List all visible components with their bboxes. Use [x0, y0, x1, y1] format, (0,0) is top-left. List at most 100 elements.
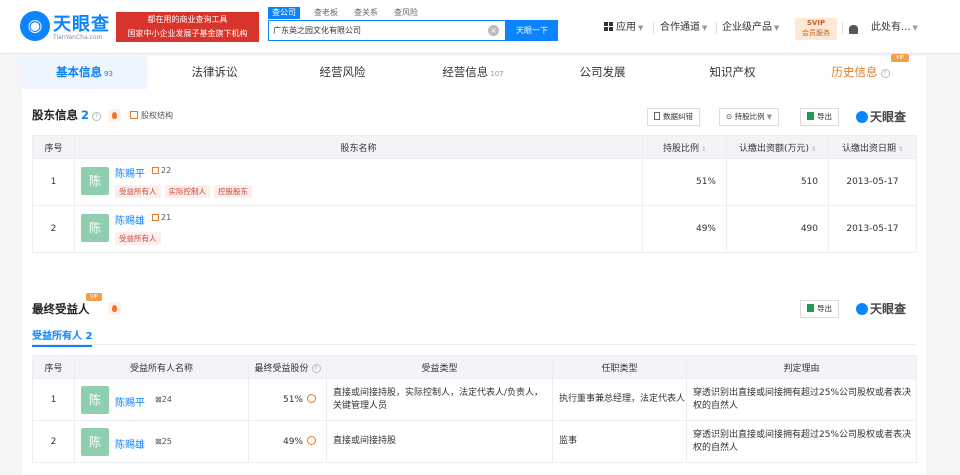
search-input[interactable] — [273, 23, 483, 38]
divider — [716, 22, 717, 34]
equity-structure-label: 股权结构 — [141, 111, 173, 120]
col-header-share-label: 最终受益股份 — [254, 363, 309, 374]
tab-business-risk[interactable]: 经营风险 — [280, 56, 405, 89]
col-header-ratio[interactable]: 持股比例 ⇕ — [642, 135, 727, 159]
owner-name-link[interactable]: 陈赐平 — [115, 394, 145, 409]
shareholders-title: 股东信息 2? — [32, 107, 102, 123]
vip-service-badge[interactable]: SVIP 会员服务 — [795, 18, 837, 40]
question-icon[interactable]: ? — [92, 112, 102, 121]
beneficiaries-table: 序号 受益所有人名称 最终受益股份? 受益类型 任职类型 判定理由 1 陈 陈赐… — [32, 355, 917, 463]
tab-basic-info[interactable]: 基本信息 93 — [22, 56, 147, 89]
col-header-date[interactable]: 认缴出资日期 ⇕ — [828, 135, 917, 159]
nav-channel[interactable]: 合作通道 ▼ — [660, 18, 707, 38]
table-row: 1 陈 陈赐平 ⊠24 51% 直接或间接持股，实际控制人，法定代表人/负责人，… — [32, 378, 917, 421]
nav-apps[interactable]: 应用 ▼ — [604, 18, 643, 38]
search-tab-boss[interactable]: 查老板 — [310, 7, 342, 19]
subscribed-amount: 490 — [726, 205, 829, 253]
col-header-ratio-label: 持股比例 — [662, 143, 699, 154]
shareholders-count: 2 — [81, 108, 90, 122]
brand-name: 天眼查 — [870, 302, 907, 316]
document-icon — [654, 112, 660, 120]
holding-ratio: 51% — [642, 158, 727, 206]
col-header-position: 任职类型 — [552, 355, 687, 379]
shareholders-title-text: 股东信息 — [32, 108, 78, 122]
hot-icon — [108, 109, 121, 122]
related-count-value: 25 — [161, 436, 172, 446]
holder-cell: 陈 陈赐雄 21 受益所有人 — [74, 205, 643, 253]
brand-name: 天眼查 — [870, 110, 907, 124]
beneficiaries-export-button[interactable]: 导出 — [800, 300, 839, 318]
target-icon[interactable] — [307, 436, 316, 445]
col-header-owner: 受益所有人名称 — [74, 355, 249, 379]
tab-label: 基本信息 — [56, 65, 103, 79]
logo-icon: ◉ — [20, 11, 50, 41]
holding-ratio-label: 持股比例 — [734, 112, 765, 121]
structure-icon — [130, 111, 138, 119]
avatar[interactable]: 陈 — [81, 385, 109, 414]
target-icon[interactable] — [307, 394, 316, 403]
section-tabs: 基本信息 93 法律诉讼 经营风险 经营信息 107 公司发展 知识产权 历史信息?… — [22, 54, 926, 89]
search-tab-risk[interactable]: 查风险 — [390, 7, 422, 19]
sort-icon: ⇕ — [700, 145, 707, 153]
position-type: 执行董事兼总经理，法定代表人 — [552, 378, 687, 421]
avatar[interactable]: 陈 — [81, 427, 109, 456]
tag: 受益所有人 — [115, 185, 161, 198]
shareholders-table: 序号 股东名称 持股比例 ⇕ 认缴出资额(万元) ⇕ 认缴出资日期 ⇕ 1 陈 陈赐平… — [32, 135, 917, 253]
table-header-row: 序号 股东名称 持股比例 ⇕ 认缴出资额(万元) ⇕ 认缴出资日期 ⇕ — [32, 135, 917, 159]
avatar[interactable]: 陈 — [81, 214, 109, 242]
content-panel: 股东信息 2? 股权结构 数据纠错 ⊙ 持股比例 ▼ 导出 天眼查 序号 股东名称 … — [22, 89, 926, 475]
holding-ratio-button[interactable]: ⊙ 持股比例 ▼ — [719, 108, 780, 126]
clear-icon[interactable]: × — [488, 25, 499, 36]
holder-name-link[interactable]: 陈赐平 — [115, 165, 145, 180]
tab-intellectual-property[interactable]: 知识产权 — [670, 56, 795, 89]
row-no: 1 — [32, 158, 75, 206]
chevron-down-icon: ▼ — [912, 24, 918, 32]
search-button[interactable]: 天眼一下 — [506, 20, 558, 41]
owner-name-link[interactable]: 陈赐雄 — [115, 436, 145, 451]
related-count[interactable]: ⊠25 — [155, 437, 172, 446]
avatar[interactable]: 陈 — [81, 167, 109, 195]
related-count[interactable]: ⊠24 — [155, 395, 172, 404]
subscribed-date: 2013-05-17 — [828, 205, 917, 253]
nav-user[interactable]: 此处有... ▼ — [871, 18, 918, 38]
logo-name: 天眼查 — [53, 14, 110, 35]
chevron-down-icon: ▼ — [774, 24, 780, 32]
col-header-date-label: 认缴出资日期 — [841, 143, 896, 154]
related-count[interactable]: 22 — [152, 166, 171, 175]
export-button[interactable]: 导出 — [800, 108, 839, 126]
promo-banner[interactable]: 都在用的商业查询工具 国家中小企业发展子基金旗下机构 — [116, 12, 259, 42]
nav-apps-label: 应用 — [616, 22, 636, 33]
bell-icon[interactable] — [849, 25, 858, 34]
relation-icon — [152, 214, 159, 221]
logo[interactable]: ◉ 天眼查 TianYanCha.com — [20, 10, 112, 44]
search-tab-company[interactable]: 查公司 — [268, 7, 300, 19]
hot-icon — [108, 302, 121, 315]
tab-business-info[interactable]: 经营信息 107 — [408, 56, 538, 89]
col-header-amount[interactable]: 认缴出资额(万元) ⇕ — [726, 135, 829, 159]
col-header-amount-label: 认缴出资额(万元) — [738, 143, 809, 154]
holder-name-link[interactable]: 陈赐雄 — [115, 212, 145, 227]
brand-logo-icon — [856, 111, 868, 123]
tab-label: 法律诉讼 — [191, 65, 238, 79]
divider — [32, 344, 916, 345]
tab-label: 经营信息 — [442, 65, 489, 79]
search-tab-relation[interactable]: 查关系 — [350, 7, 382, 19]
related-count-value: 21 — [161, 213, 172, 222]
tab-history-info[interactable]: 历史信息? VIP — [798, 54, 923, 89]
question-icon[interactable]: ? — [311, 363, 321, 373]
export-label: 导出 — [817, 112, 832, 121]
brand-watermark: 天眼查 — [856, 108, 906, 125]
table-row: 1 陈 陈赐平 22 受益所有人 实际控制人 控股股东 51% 510 2013-0… — [32, 158, 917, 206]
beneficial-share: 49% — [282, 437, 303, 447]
data-correction-button[interactable]: 数据纠错 — [647, 108, 700, 126]
tab-company-development[interactable]: 公司发展 — [540, 56, 665, 89]
tab-litigation[interactable]: 法律诉讼 — [152, 56, 277, 89]
col-header-name: 股东名称 — [74, 135, 643, 159]
question-icon: ? — [880, 69, 890, 78]
nav-enterprise[interactable]: 企业级产品 ▼ — [722, 18, 779, 38]
related-count[interactable]: 21 — [152, 213, 171, 222]
equity-structure-link[interactable]: 股权结构 — [130, 110, 173, 121]
vip-badge-bottom: 会员服务 — [802, 29, 830, 37]
beneficial-share: 51% — [282, 395, 303, 405]
share-cell: 51% — [248, 378, 327, 421]
